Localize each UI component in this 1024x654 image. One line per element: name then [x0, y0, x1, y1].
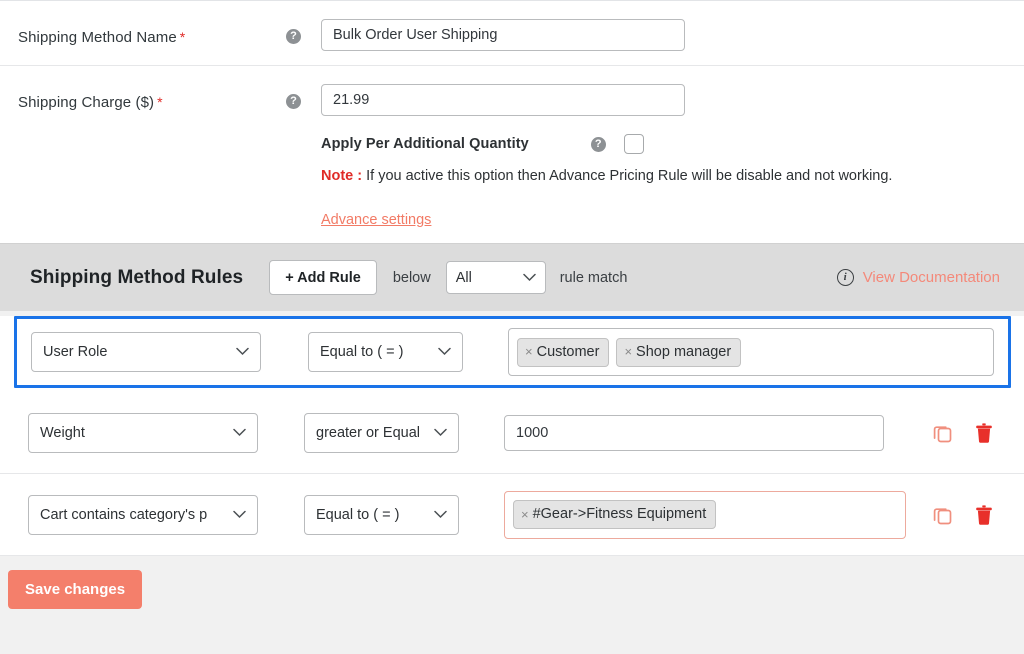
- add-rule-button[interactable]: + Add Rule: [269, 260, 377, 295]
- info-circle-icon: i: [837, 269, 854, 286]
- rule-value-multiselect[interactable]: × #Gear->Fitness Equipment: [504, 491, 906, 539]
- shipping-method-form-panel: Shipping Method Name* ? Shipping Charge …: [0, 0, 1024, 243]
- rule-condition-value: Equal to ( = ): [320, 344, 432, 360]
- rule-match-select-value: All: [456, 270, 472, 286]
- save-changes-button[interactable]: Save changes: [8, 570, 142, 609]
- chip-label: Customer: [537, 344, 600, 360]
- field-row-shipping-charge: Shipping Charge ($)* ? Apply Per Additio…: [0, 66, 1024, 243]
- rule-value-area: × #Gear->Fitness Equipment: [504, 491, 906, 539]
- apply-per-additional-quantity-row: Apply Per Additional Quantity ?: [321, 134, 1024, 154]
- shipping-charge-label-text: Shipping Charge ($): [18, 94, 154, 111]
- question-circle-icon[interactable]: ?: [286, 29, 301, 44]
- rule-row[interactable]: User Role Equal to ( = ) × Customer: [14, 316, 1011, 388]
- duplicate-icon[interactable]: [932, 422, 954, 444]
- below-label: below: [393, 270, 431, 286]
- rule-actions: [906, 422, 1004, 444]
- chevron-down-icon: [438, 344, 451, 360]
- rule-value-input[interactable]: [504, 415, 884, 451]
- rule-condition-select[interactable]: Equal to ( = ): [304, 495, 459, 535]
- advance-settings-link[interactable]: Advance settings: [321, 212, 431, 228]
- rule-condition-value: greater or Equal: [316, 425, 428, 441]
- note-text: If you active this option then Advance P…: [362, 168, 892, 184]
- chevron-down-icon: [233, 507, 246, 523]
- shipping-method-rules-list: User Role Equal to ( = ) × Customer: [0, 316, 1024, 556]
- advance-pricing-note: Note : If you active this option then Ad…: [321, 168, 1024, 184]
- shipping-method-rules-header: Shipping Method Rules + Add Rule below A…: [0, 243, 1024, 311]
- value-chip[interactable]: × Shop manager: [616, 338, 741, 367]
- shipping-charge-input[interactable]: [321, 84, 685, 116]
- rule-attribute-value: Cart contains category's p: [40, 507, 227, 523]
- apply-per-additional-quantity-checkbox[interactable]: [624, 134, 644, 154]
- rule-attribute-select[interactable]: Cart contains category's p: [28, 495, 258, 535]
- chevron-down-icon: [236, 344, 249, 360]
- rule-actions: [906, 504, 1004, 526]
- chevron-down-icon: [434, 425, 447, 441]
- chip-label: Shop manager: [636, 344, 731, 360]
- field-control: Apply Per Additional Quantity ? Note : I…: [321, 66, 1024, 243]
- chip-label: #Gear->Fitness Equipment: [533, 506, 707, 522]
- shipping-method-name-input[interactable]: [321, 19, 685, 51]
- apply-per-additional-quantity-label: Apply Per Additional Quantity: [321, 136, 529, 152]
- rule-row[interactable]: Cart contains category's p Equal to ( = …: [0, 474, 1024, 556]
- shipping-charge-label: Shipping Charge ($)*: [18, 66, 286, 111]
- rule-value-multiselect[interactable]: × Customer × Shop manager: [508, 328, 994, 376]
- rule-condition-value: Equal to ( = ): [316, 507, 428, 523]
- rule-attribute-select[interactable]: Weight: [28, 413, 258, 453]
- note-tag: Note :: [321, 168, 362, 184]
- question-circle-icon[interactable]: ?: [591, 137, 606, 152]
- rule-condition-select[interactable]: greater or Equal: [304, 413, 459, 453]
- view-documentation-label: View Documentation: [863, 269, 1000, 286]
- rule-attribute-value: Weight: [40, 425, 227, 441]
- rule-match-label: rule match: [560, 270, 628, 286]
- chevron-down-icon: [434, 507, 447, 523]
- shipping-method-rules-title: Shipping Method Rules: [30, 267, 243, 289]
- trash-icon[interactable]: [974, 422, 994, 444]
- rule-attribute-select[interactable]: User Role: [31, 332, 261, 372]
- chip-remove-icon[interactable]: ×: [521, 507, 529, 522]
- required-asterisk: *: [157, 94, 163, 110]
- required-asterisk: *: [180, 29, 186, 45]
- save-bar: Save changes: [0, 556, 1024, 609]
- shipping-method-settings-page: Shipping Method Name* ? Shipping Charge …: [0, 0, 1024, 654]
- rule-value-area: × Customer × Shop manager: [508, 328, 994, 376]
- help-cell: ?: [286, 1, 321, 44]
- field-control: [321, 1, 1024, 65]
- duplicate-icon[interactable]: [932, 504, 954, 526]
- view-documentation-link[interactable]: i View Documentation: [837, 269, 1000, 286]
- rule-value-area: [504, 415, 906, 451]
- shipping-method-name-label: Shipping Method Name*: [18, 1, 286, 46]
- trash-icon[interactable]: [974, 504, 994, 526]
- value-chip[interactable]: × Customer: [517, 338, 609, 367]
- value-chip[interactable]: × #Gear->Fitness Equipment: [513, 500, 716, 529]
- rule-condition-select[interactable]: Equal to ( = ): [308, 332, 463, 372]
- rule-attribute-value: User Role: [43, 344, 230, 360]
- field-row-shipping-method-name: Shipping Method Name* ?: [0, 1, 1024, 66]
- help-cell: ?: [286, 66, 321, 109]
- rule-row[interactable]: Weight greater or Equal: [0, 392, 1024, 474]
- shipping-method-name-label-text: Shipping Method Name: [18, 29, 177, 46]
- rule-match-select[interactable]: All: [446, 261, 546, 294]
- chip-remove-icon[interactable]: ×: [624, 344, 632, 359]
- question-circle-icon[interactable]: ?: [286, 94, 301, 109]
- chip-remove-icon[interactable]: ×: [525, 344, 533, 359]
- chevron-down-icon: [523, 270, 536, 286]
- chevron-down-icon: [233, 425, 246, 441]
